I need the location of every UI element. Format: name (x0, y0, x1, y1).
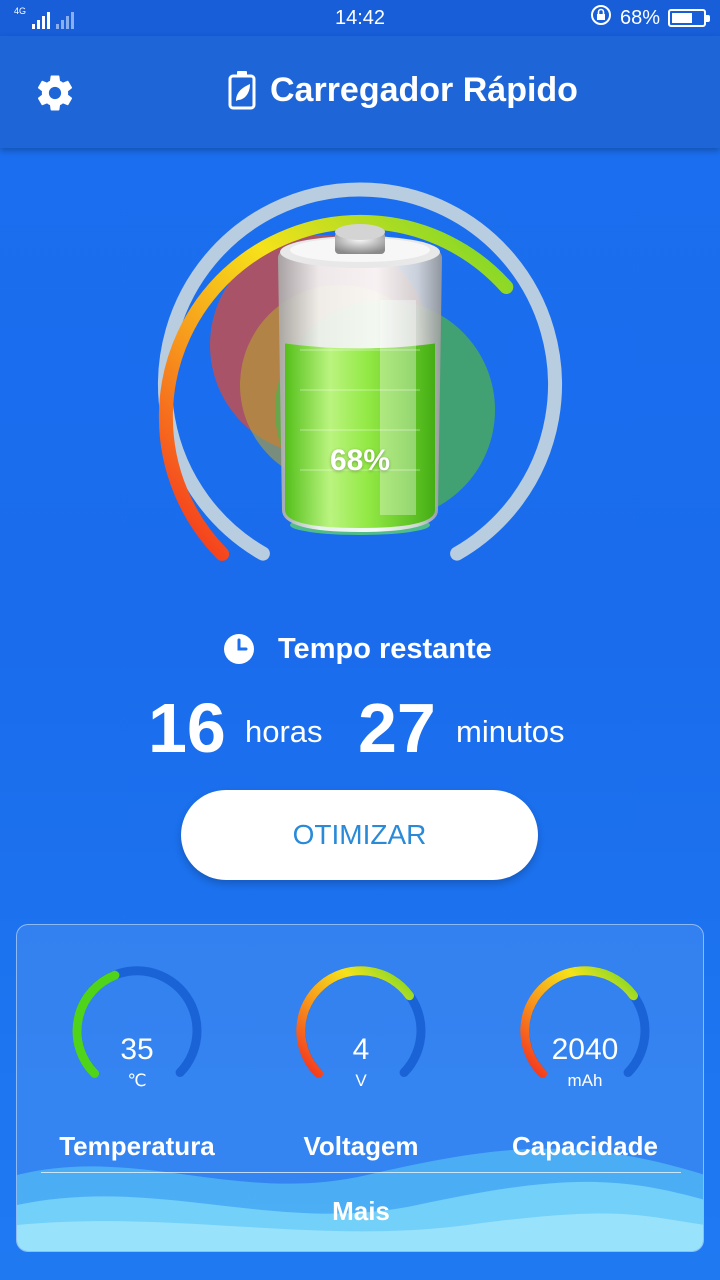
capacity-unit: mAh (567, 1071, 603, 1090)
optimize-button[interactable]: OTIMIZAR (181, 790, 538, 880)
temperature-unit: ℃ (127, 1071, 147, 1090)
voltage-unit: V (355, 1071, 367, 1090)
app-bar: Carregador Rápido (0, 36, 720, 148)
stats-card: 35 ℃ Temperatura 4 V Voltagem 2040 mAh C… (16, 924, 704, 1252)
capacity-label: Capacidade (512, 1131, 658, 1161)
battery-leaf-icon (228, 71, 256, 110)
clock-icon (224, 634, 254, 664)
settings-button[interactable] (34, 72, 76, 114)
gear-icon (37, 75, 73, 111)
battery-icon (668, 9, 710, 27)
stat-voltage[interactable]: 4 V Voltagem (251, 953, 471, 1161)
voltage-value: 4 (352, 1033, 370, 1066)
status-bar: 4G 14:42 68% (0, 0, 720, 36)
battery-percent: 68% (619, 6, 660, 29)
signal-icon-secondary (56, 11, 75, 29)
signal-indicators: 4G (14, 7, 214, 29)
rotation-lock-icon (590, 4, 612, 32)
more-button[interactable]: Mais (261, 1187, 461, 1235)
minutes-value: 27 (358, 689, 436, 767)
time-remaining-value: 16 horas 27 minutos (0, 688, 720, 768)
battery-illustration (278, 224, 442, 535)
divider (41, 1172, 681, 1173)
minutes-unit: minutos (456, 714, 565, 749)
voltage-label: Voltagem (303, 1131, 419, 1161)
time-remaining-label: Tempo restante (278, 632, 492, 665)
stat-temperature[interactable]: 35 ℃ Temperatura (27, 953, 247, 1161)
signal-icon (32, 11, 51, 29)
status-time: 14:42 (334, 6, 386, 29)
network-type: 4G (14, 6, 27, 16)
hours-unit: horas (245, 714, 323, 749)
app-title: Carregador Rápido (270, 70, 578, 109)
temperature-value: 35 (120, 1033, 154, 1066)
hours-value: 16 (148, 689, 226, 767)
stat-capacity[interactable]: 2040 mAh Capacidade (475, 953, 695, 1161)
charge-percent-label: 68% (329, 444, 391, 477)
battery-gauge (158, 182, 562, 561)
temperature-label: Temperatura (59, 1131, 215, 1161)
capacity-value: 2040 (551, 1033, 619, 1066)
